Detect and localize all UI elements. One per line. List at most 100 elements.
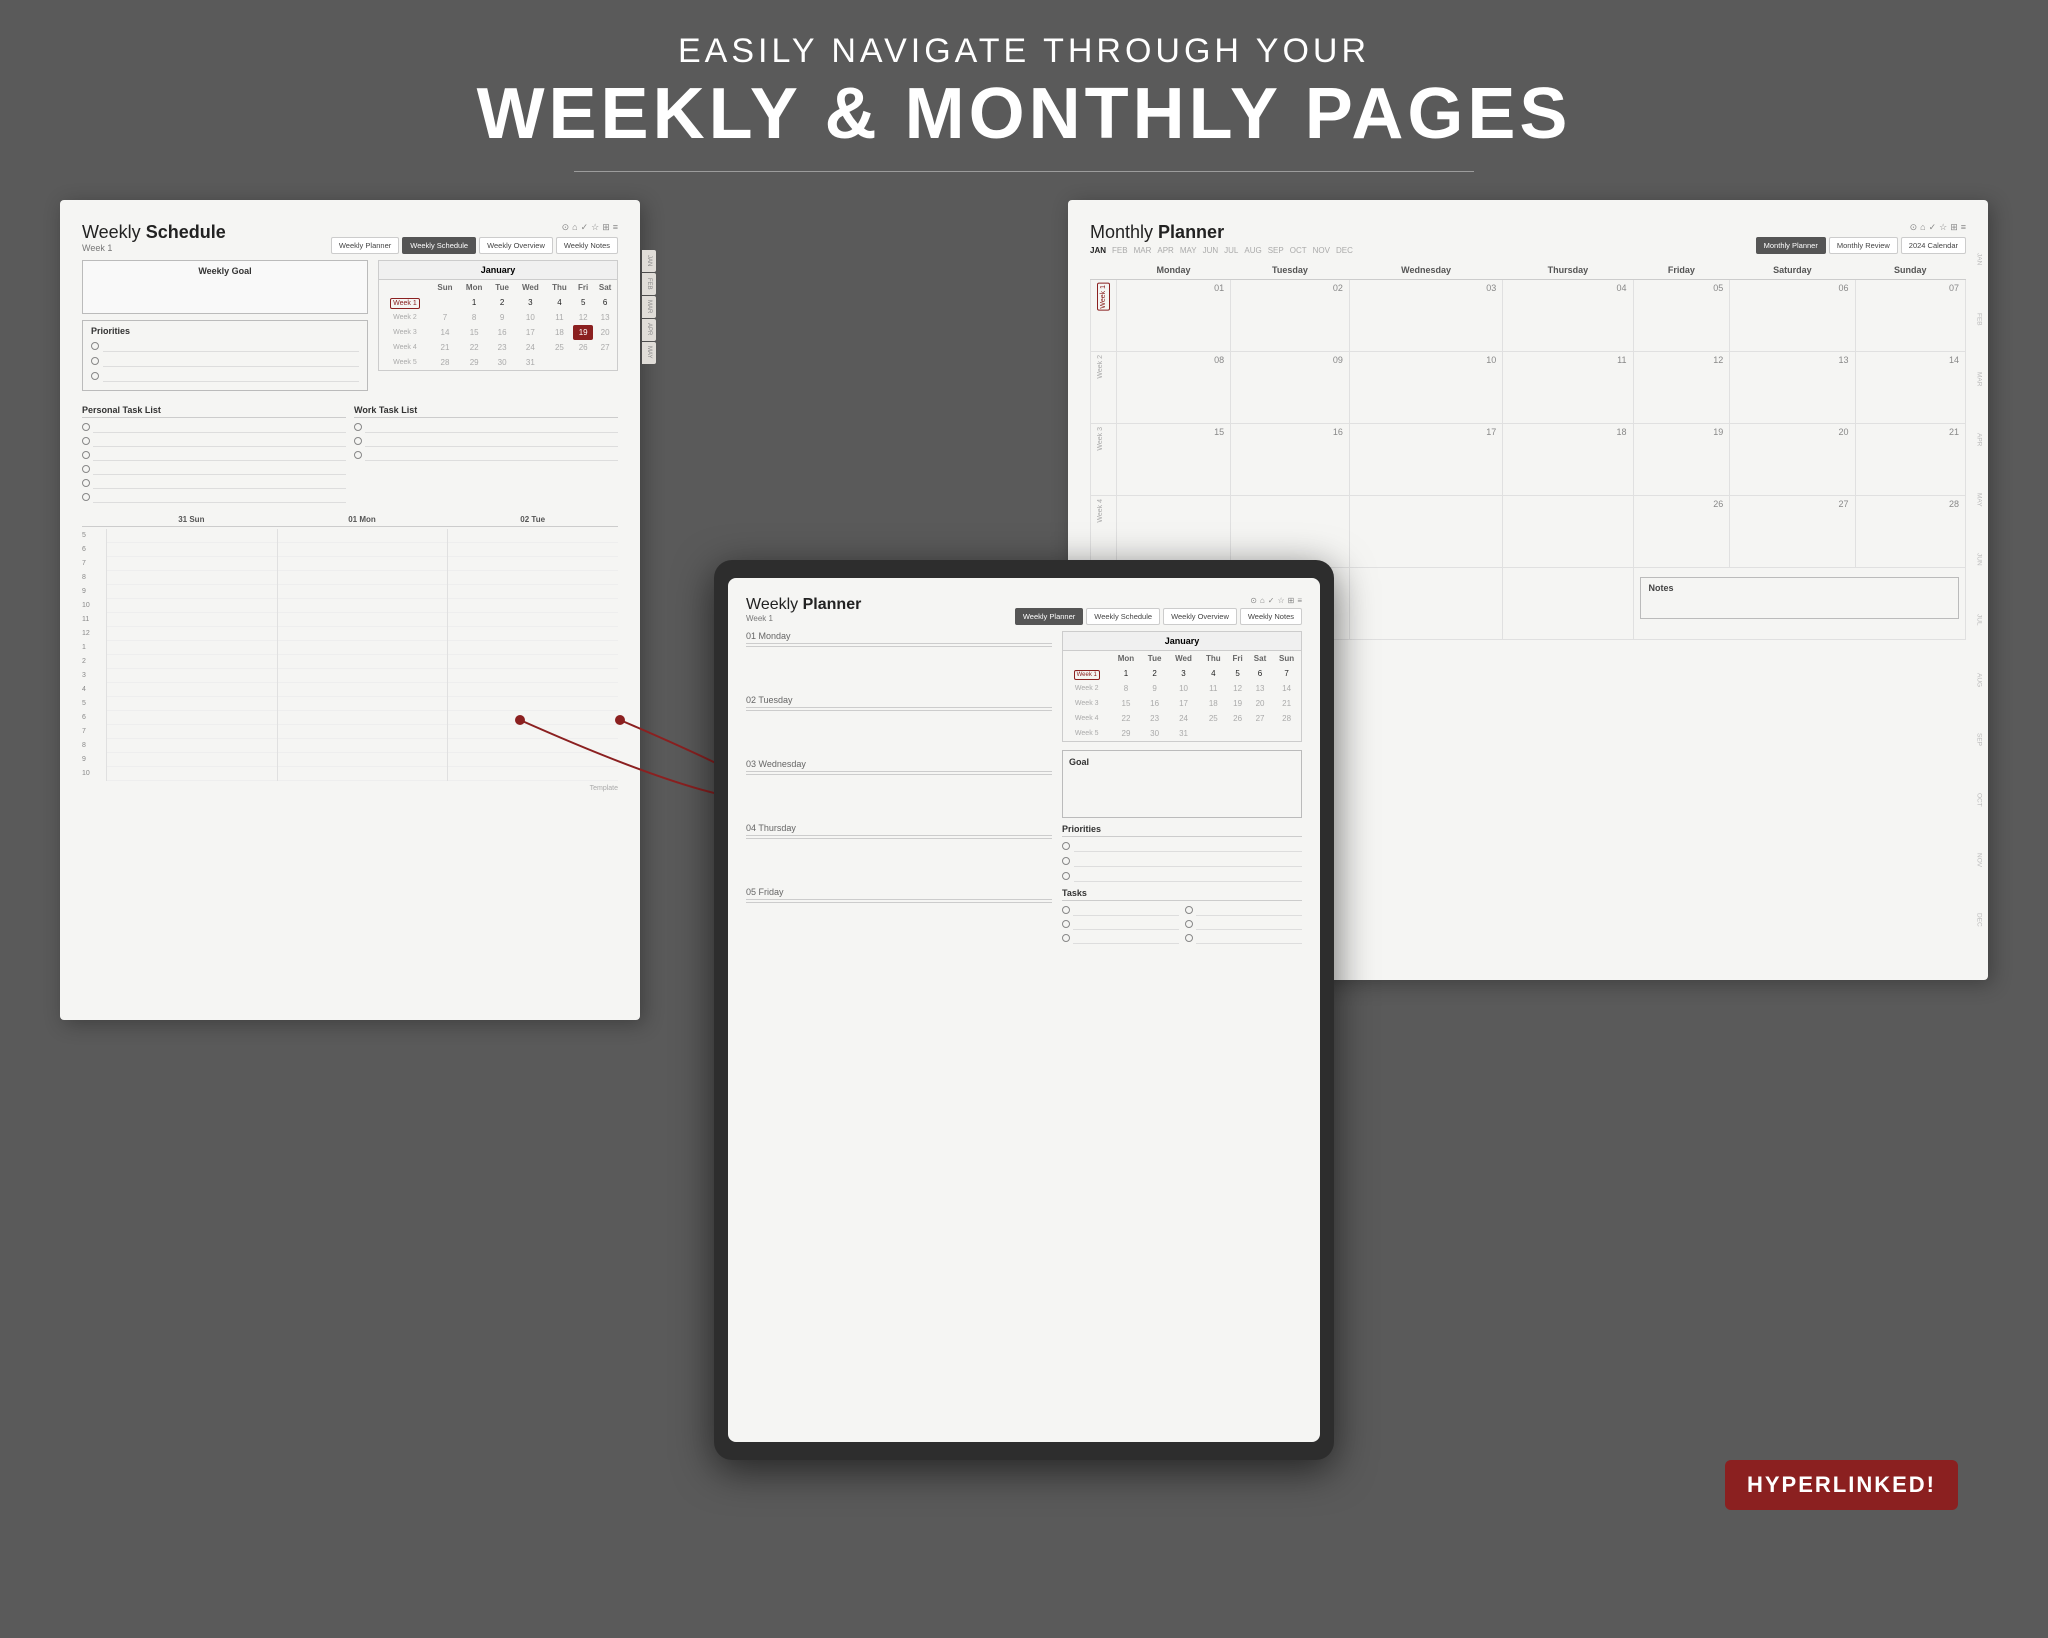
wp-cal-th-thu: Thu [1199,651,1227,666]
ws-cal-th-empty [379,280,431,295]
mp-side-jan: JAN [1970,230,1988,290]
ws-time-5pm: 5 [82,697,106,711]
mp-d-18: 18 [1509,427,1626,437]
mp-cal-week1-cell: Week 1 [1091,279,1117,351]
ws-tab-overview[interactable]: Weekly Overview [479,237,553,254]
ws-time-9: 9 [82,585,106,599]
ws-tab-schedule[interactable]: Weekly Schedule [402,237,476,254]
wp-cal-d29: 29 [1110,726,1141,741]
ws-cal-week5-label: Week 5 [379,355,431,370]
wp-title-bold: Planner [803,596,862,613]
mp-nav-may[interactable]: MAY [1180,246,1197,255]
ws-cal-d8: 8 [459,310,489,325]
mp-list-icon: ≡ [1961,222,1966,233]
mp-cal-w4-wed [1349,495,1502,567]
ws-cal-th-mon: Mon [459,280,489,295]
ws-personal-title-bold: Personal [82,405,120,415]
mp-cal-w3-mon: 15 [1117,423,1231,495]
ws-t1c4 [107,571,277,585]
wp-star-icon: ✓ [1268,596,1275,605]
wp-day-monday: 01 Monday [746,631,1052,689]
ws-t2c5 [278,585,448,599]
weekly-goal-title: Weekly Goal [91,266,359,276]
mp-nav-nov[interactable]: NOV [1313,246,1330,255]
wp-tab-planner[interactable]: Weekly Planner [1015,608,1083,625]
mp-cal-th-sat: Saturday [1730,261,1855,280]
mp-nav-jun[interactable]: JUN [1203,246,1219,255]
wp-home-icon: ⌂ [1260,596,1265,605]
mp-title: Monthly Planner [1090,222,1353,243]
mp-d-17: 17 [1356,427,1496,437]
mp-side-apr: APR [1970,410,1988,470]
mp-cal-w4-sat: 27 [1730,495,1855,567]
ws-priorities-title: Priorities [91,326,359,336]
mp-d-08: 08 [1123,355,1224,365]
ws-cal-d14: 14 [431,325,459,340]
mp-d-19: 19 [1640,427,1724,437]
ws-time-grid: 31 Sun 01 Mon 02 Tue 5 6 7 8 9 10 11 12 … [82,513,618,792]
ws-time-5: 5 [82,529,106,543]
ws-tab-planner[interactable]: Weekly Planner [331,237,399,254]
mp-week4-label: Week 4 [1097,499,1104,523]
ws-work-tasks: Work Task List [354,405,618,505]
wp-title: Weekly Planner [746,596,861,614]
wp-day-label-wednesday: 03 Wednesday [746,759,1052,769]
ws-cal-d23: 23 [489,340,515,355]
wp-cal-week4-label: Week 4 [1063,711,1110,726]
ws-tab-notes[interactable]: Weekly Notes [556,237,618,254]
ws-cal-week1: Week 1 1 2 3 4 5 6 [379,295,617,310]
ws-t2c16 [278,739,448,753]
wp-priorities: Priorities [1062,824,1302,882]
mp-side-jun: JUN [1970,530,1988,590]
mp-nav-aug[interactable]: AUG [1244,246,1261,255]
mp-nav-feb[interactable]: FEB [1112,246,1128,255]
wp-tab-overview[interactable]: Weekly Overview [1163,608,1237,625]
ws-time-7: 7 [82,557,106,571]
mp-nav-oct[interactable]: OCT [1290,246,1307,255]
mp-cal-w1-mon: 01 [1117,279,1231,351]
wp-task-4 [1185,904,1302,916]
ws-t1c8 [107,627,277,641]
wp-cal-week3-label: Week 3 [1063,696,1110,711]
ws-t2c4 [278,571,448,585]
weekly-goal-content [91,276,359,308]
mp-notes-box: Notes [1640,577,1960,619]
wp-cal-week2-label: Week 2 [1063,681,1110,696]
wp-pri-circle-2 [1062,857,1070,865]
ptask-circle-5 [82,479,90,487]
wp-day-friday: 05 Friday [746,887,1052,925]
mp-side-jul: JUL [1970,590,1988,650]
mp-notes-title: Notes [1649,583,1951,593]
wp-tab-schedule[interactable]: Weekly Schedule [1086,608,1160,625]
wp-cal-d18: 18 [1199,696,1227,711]
mp-tab-calendar[interactable]: 2024 Calendar [1901,237,1966,254]
ws-t2c3 [278,557,448,571]
mp-title-area: Monthly Planner JAN FEB MAR APR MAY JUN … [1090,222,1353,255]
mp-nav-jan[interactable]: JAN [1090,246,1106,255]
mp-icon-bar: ⊙ ⌂ ✓ ☆ ⊞ ≡ [1910,222,1966,233]
mp-nav-apr[interactable]: APR [1157,246,1173,255]
mp-tab-review[interactable]: Monthly Review [1829,237,1898,254]
ws-time-body: 5 6 7 8 9 10 11 12 1 2 3 4 5 6 7 8 9 [82,529,618,781]
mp-cal-th-thu: Thursday [1503,261,1633,280]
wp-cal-week1-label: Week 1 [1063,666,1110,681]
ws-cal-week3-label: Week 3 [379,325,431,340]
ws-personal-title: Personal Task List [82,405,346,418]
wp-cal-week2: Week 2 8 9 10 11 12 13 14 [1063,681,1301,696]
wp-day-line-1a [746,643,1052,644]
mp-side-aug: AUG [1970,650,1988,710]
mp-nav-mar[interactable]: MAR [1134,246,1152,255]
mp-nav-sep[interactable]: SEP [1268,246,1284,255]
wp-cal-box: January Mon Tue Wed Thu Fri [1062,631,1302,742]
mp-cal-w3-wed: 17 [1349,423,1502,495]
mp-cal-week2-row: Week 2 08 09 10 11 12 13 14 [1091,351,1966,423]
ws-t3c3 [448,557,618,571]
wp-tab-notes[interactable]: Weekly Notes [1240,608,1302,625]
ws-week-label: Week 1 [82,243,226,253]
mp-cal-w3-thu: 18 [1503,423,1633,495]
mp-nav-jul[interactable]: JUL [1224,246,1238,255]
mp-cal-w2-sat: 13 [1730,351,1855,423]
mp-tab-monthly[interactable]: Monthly Planner [1756,237,1826,254]
mp-nav-dec[interactable]: DEC [1336,246,1353,255]
mp-d-09: 09 [1237,355,1343,365]
